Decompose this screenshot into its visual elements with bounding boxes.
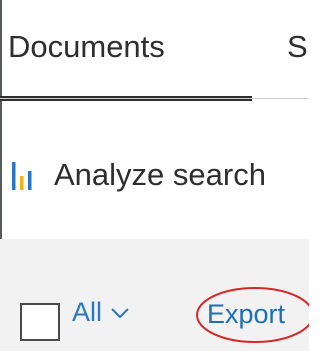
tab-documents[interactable]: Documents	[8, 29, 165, 65]
select-all-dropdown[interactable]: All	[72, 296, 130, 332]
tab-bar-divider	[0, 98, 309, 99]
screenshot-frame: Documents S Analyze search All Export	[0, 0, 309, 351]
select-all-checkbox[interactable]	[20, 303, 60, 341]
select-all-label: All	[72, 297, 103, 327]
bar-chart-icon	[12, 162, 32, 190]
tab-secondary[interactable]: S	[287, 29, 308, 65]
analyze-search-label: Analyze search	[54, 157, 266, 192]
export-highlight-circle	[196, 287, 309, 343]
chevron-down-icon	[111, 308, 130, 319]
